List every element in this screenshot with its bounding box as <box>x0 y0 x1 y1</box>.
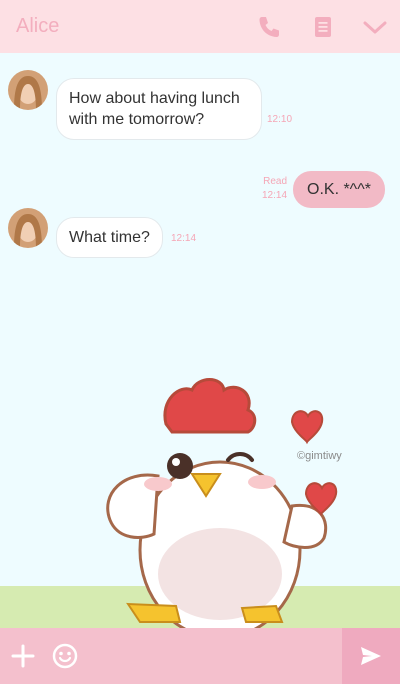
emoji-icon[interactable] <box>52 643 78 669</box>
avatar-photo <box>8 208 48 248</box>
illustration-credit: ©gimtiwy <box>297 450 342 462</box>
chat-header: Alice <box>0 0 400 53</box>
chevron-down-icon[interactable] <box>362 14 388 40</box>
message-text: What time? <box>69 229 150 246</box>
chicken-illustration <box>106 378 338 628</box>
avatar[interactable] <box>8 70 48 110</box>
avatar[interactable] <box>8 208 48 248</box>
notes-icon[interactable] <box>310 14 336 40</box>
chat-area[interactable]: ©gimtiwy How about having lunch with me … <box>0 53 400 628</box>
message-text: O.K. *^^* <box>307 181 371 198</box>
read-status: Read <box>263 176 287 187</box>
message-time: 12:10 <box>267 114 293 125</box>
chat-input-bar <box>0 628 400 684</box>
message-bubble-incoming[interactable]: How about having lunch with me tomorrow? <box>56 78 262 140</box>
chat-title: Alice <box>16 15 60 37</box>
send-button[interactable] <box>342 628 400 684</box>
send-icon <box>361 647 381 665</box>
plus-icon[interactable] <box>11 644 35 668</box>
message-bubble-incoming[interactable]: What time? <box>56 217 163 258</box>
message-time: 12:14 <box>262 190 288 201</box>
avatar-photo <box>8 70 48 110</box>
message-bubble-outgoing[interactable]: O.K. *^^* <box>293 171 385 208</box>
message-time: 12:14 <box>171 233 197 244</box>
phone-icon[interactable] <box>256 14 282 40</box>
message-text-line: with me tomorrow? <box>69 111 205 128</box>
message-text-line: How about having lunch <box>69 90 240 107</box>
